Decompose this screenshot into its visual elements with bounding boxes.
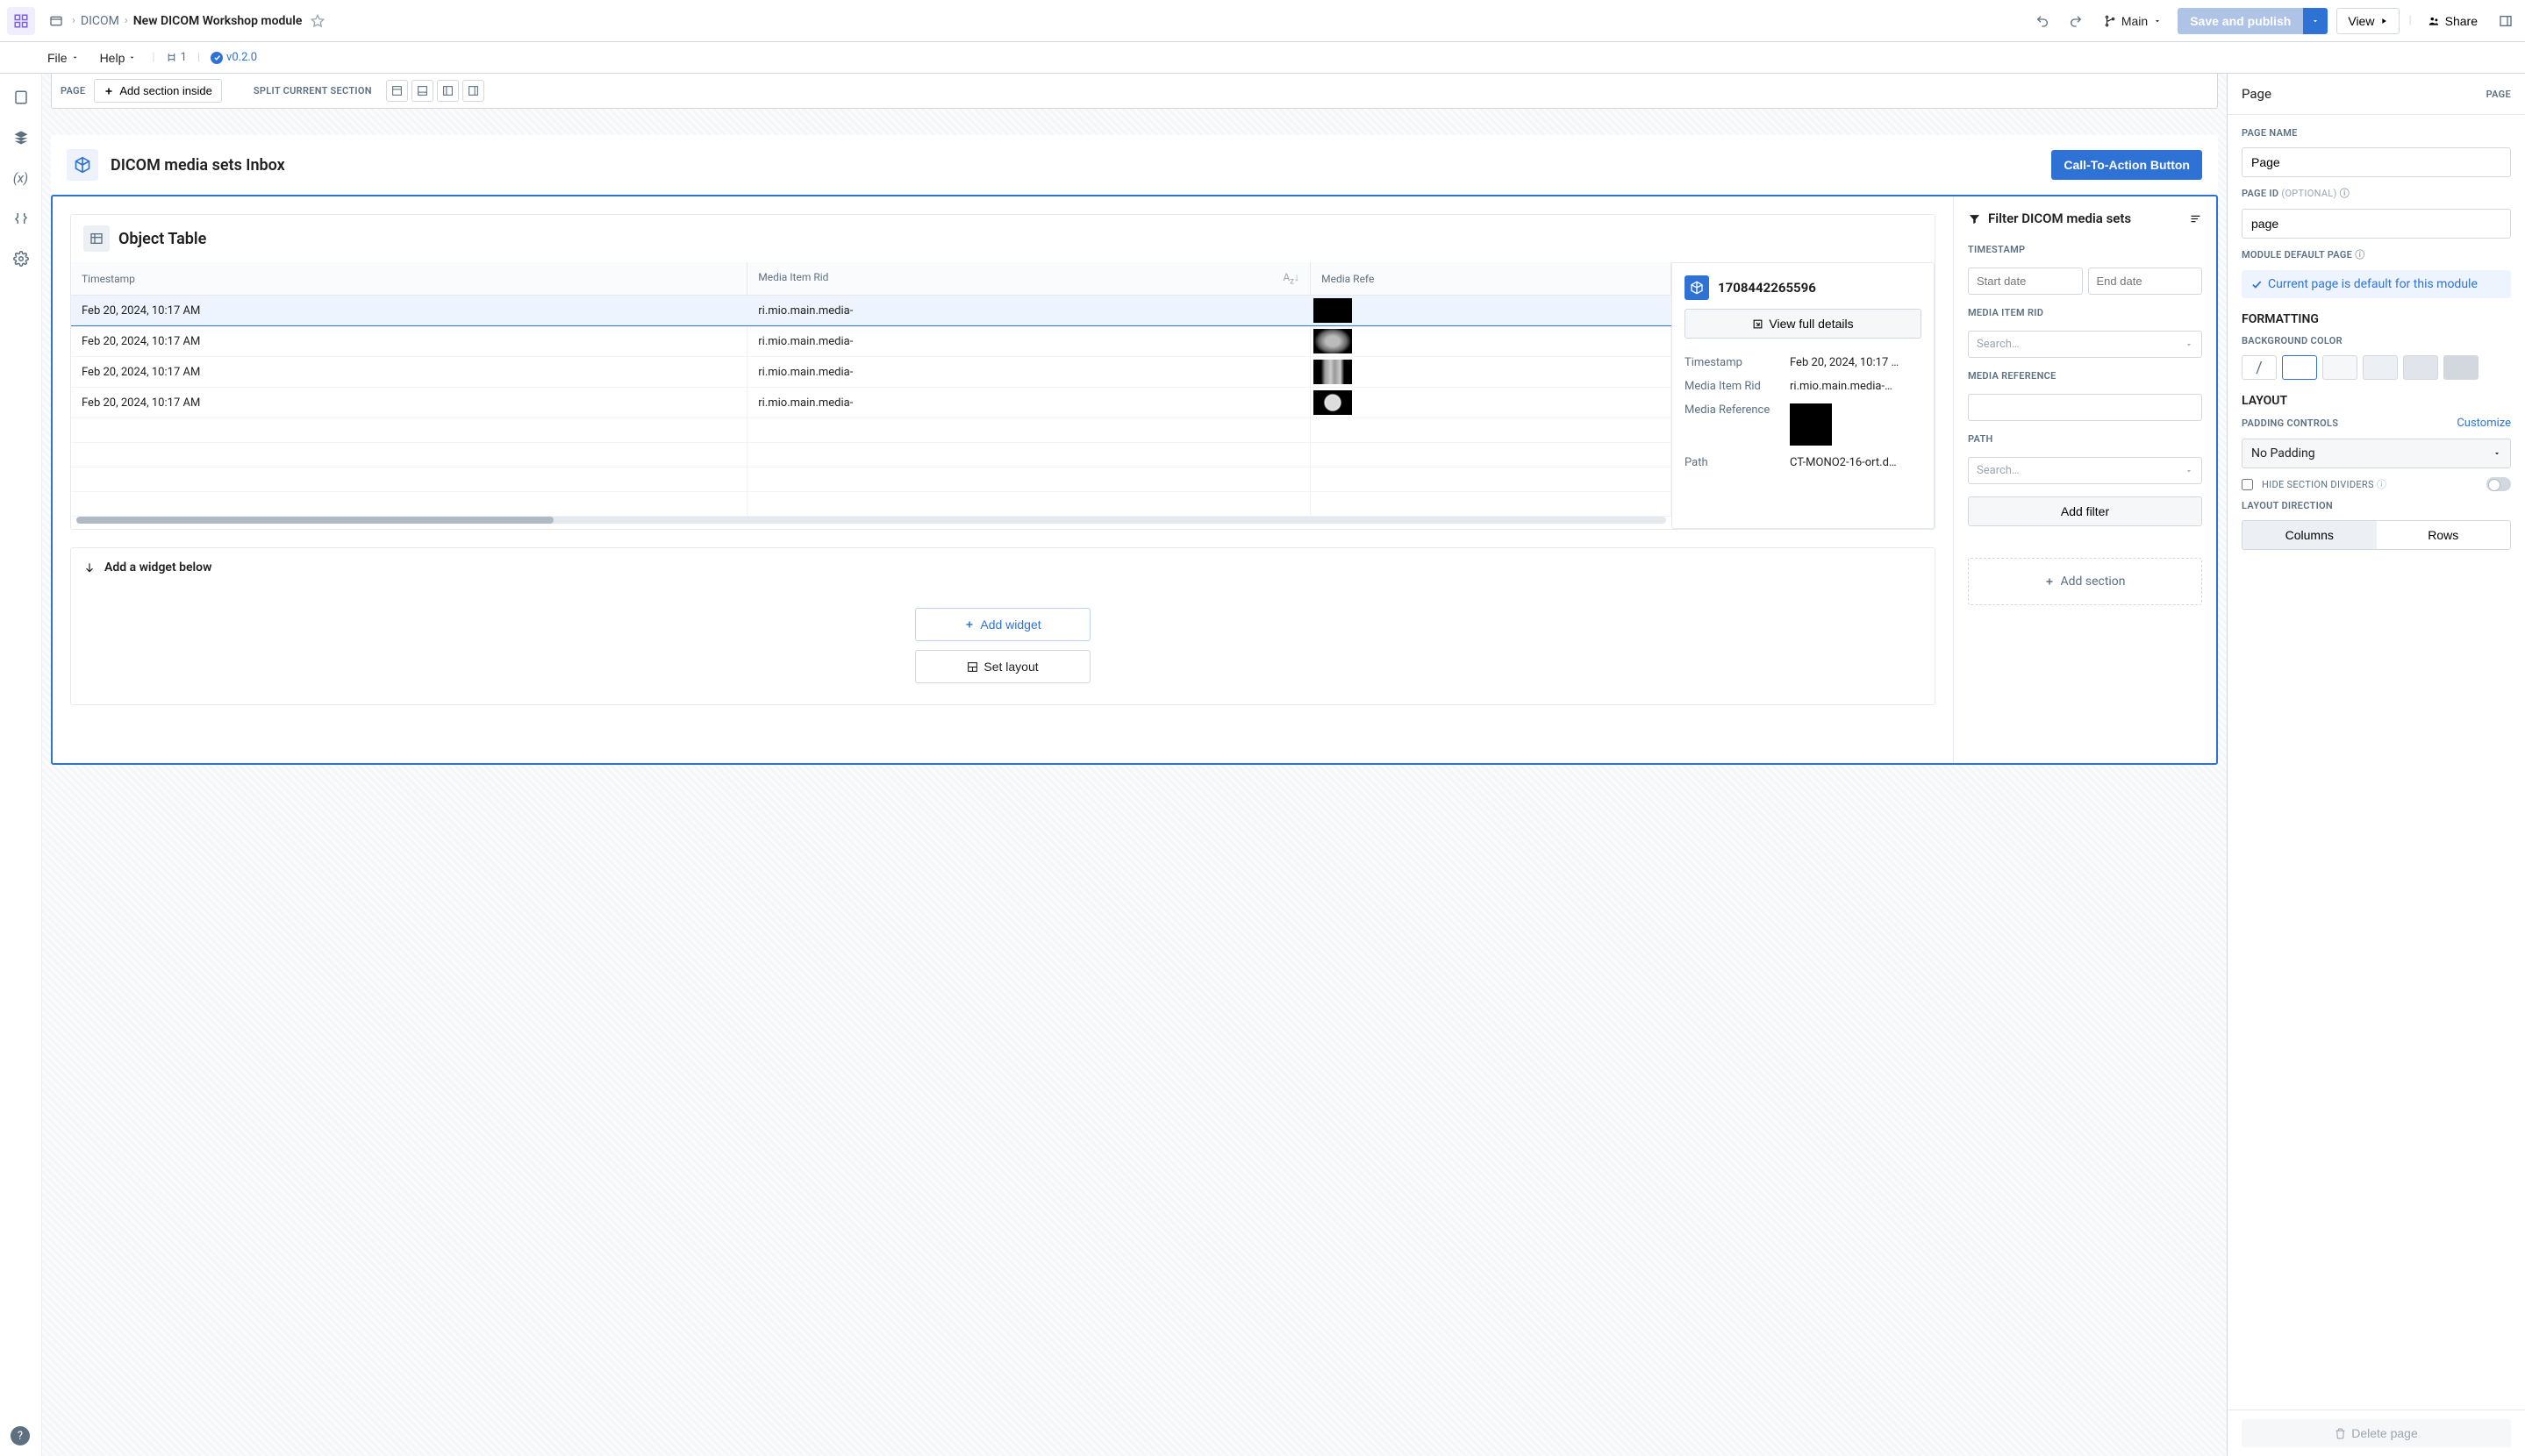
add-filter-button[interactable]: Add filter [1968, 496, 2202, 526]
table-row[interactable]: Feb 20, 2024, 10:17 AMri.mio.main.media- [71, 296, 1671, 326]
view-full-details-button[interactable]: View full details [1685, 309, 1921, 339]
horizontal-scrollbar[interactable] [76, 517, 1666, 524]
table-row[interactable]: Feb 20, 2024, 10:17 AMri.mio.main.media- [71, 326, 1671, 357]
save-and-publish-button[interactable]: Save and publish [2178, 8, 2303, 34]
breadcrumb-sep: › [72, 14, 75, 27]
cta-button[interactable]: Call-To-Action Button [2051, 150, 2202, 180]
table-row[interactable]: Feb 20, 2024, 10:17 AMri.mio.main.media- [71, 357, 1671, 388]
end-date-input[interactable] [2088, 268, 2203, 295]
arrow-down-icon [83, 561, 96, 574]
col-media-item-rid[interactable]: Media Item RidAz↓ [747, 262, 1311, 296]
swatch-gray-3[interactable] [2403, 355, 2438, 380]
help-icon[interactable]: ⓘ [2340, 188, 2350, 199]
inspector-type: PAGE [2486, 89, 2511, 100]
delete-page-button[interactable]: Delete page [2242, 1419, 2511, 1447]
inspector-title: Page [2242, 86, 2271, 102]
page-name-input[interactable] [2242, 147, 2511, 177]
padding-select[interactable]: No Padding [2242, 439, 2511, 468]
sort-icon[interactable]: Az↓ [1283, 271, 1299, 286]
help-bubble[interactable]: ? [11, 1426, 30, 1445]
cube-icon [1685, 275, 1709, 300]
view-button[interactable]: View [2336, 8, 2400, 34]
customize-link[interactable]: Customize [2457, 417, 2511, 430]
add-widget-button[interactable]: Add widget [915, 608, 1091, 641]
col-media-reference[interactable]: Media Refe [1311, 262, 1671, 296]
branch-button[interactable]: Main [2097, 11, 2169, 32]
swatch-none[interactable]: / [2242, 355, 2277, 380]
breadcrumb-sep: › [125, 14, 128, 27]
media-item-rid-select[interactable]: Search… [1968, 331, 2202, 358]
user-count: 1 [166, 51, 187, 64]
rail-settings-icon[interactable] [13, 251, 29, 267]
filter-icon [1968, 212, 1981, 225]
inbox-icon [49, 14, 63, 28]
hide-dividers-checkbox[interactable] [2242, 479, 2253, 490]
app-icon[interactable] [7, 7, 35, 35]
layout-columns-button[interactable]: Columns [2242, 521, 2377, 549]
rail-page-icon[interactable] [13, 89, 29, 105]
rail-data-icon[interactable] [13, 211, 29, 226]
split-section-label: SPLIT CURRENT SECTION [254, 85, 372, 96]
share-button[interactable]: Share [2421, 11, 2485, 32]
filter-menu-icon[interactable] [2189, 212, 2202, 225]
cube-icon [67, 149, 98, 181]
check-circle-icon [211, 52, 223, 64]
add-widget-title: Add a widget below [104, 560, 211, 575]
details-card: 1708442265596 View full details Timestam… [1671, 262, 1935, 529]
swatch-white[interactable] [2282, 355, 2317, 380]
add-section-inside-button[interactable]: Add section inside [94, 79, 222, 103]
file-menu[interactable]: File [42, 47, 84, 68]
split-top-button[interactable] [386, 80, 408, 102]
section-title: DICOM media sets Inbox [111, 156, 2039, 175]
help-icon[interactable]: ⓘ [2355, 249, 2364, 261]
media-thumbnail [1790, 403, 1832, 446]
save-and-publish-caret[interactable] [2303, 8, 2328, 34]
table-icon [83, 225, 110, 252]
favorite-star-icon[interactable] [311, 14, 325, 28]
set-layout-button[interactable]: Set layout [915, 650, 1091, 683]
path-select[interactable]: Search… [1968, 457, 2202, 484]
swatch-gray-2[interactable] [2363, 355, 2398, 380]
split-left-button[interactable] [437, 80, 459, 102]
swatch-gray-1[interactable] [2322, 355, 2357, 380]
table-row[interactable]: Feb 20, 2024, 10:17 AMri.mio.main.media- [71, 388, 1671, 418]
redo-button[interactable] [2064, 9, 2088, 33]
help-menu[interactable]: Help [95, 47, 142, 68]
split-bottom-button[interactable] [411, 80, 433, 102]
start-date-input[interactable] [1968, 268, 2083, 295]
version-chip[interactable]: v0.2.0 [211, 51, 257, 64]
col-timestamp[interactable]: Timestamp [71, 262, 747, 296]
section-header[interactable]: DICOM media sets Inbox Call-To-Action Bu… [51, 135, 2218, 195]
widget-title: Object Table [118, 230, 206, 248]
breadcrumb-current: New DICOM Workshop module [133, 14, 303, 28]
breadcrumb-parent[interactable]: DICOM [81, 14, 119, 28]
add-section-button[interactable]: Add section [1968, 558, 2202, 605]
layout-rows-button[interactable]: Rows [2377, 521, 2511, 549]
page-label: PAGE [61, 85, 85, 96]
media-reference-input[interactable] [1968, 394, 2202, 421]
rail-layers-icon[interactable] [13, 130, 29, 146]
page-id-input[interactable] [2242, 209, 2511, 239]
details-id: 1708442265596 [1718, 280, 1816, 296]
split-right-button[interactable] [462, 80, 484, 102]
swatch-gray-4[interactable] [2443, 355, 2479, 380]
object-table[interactable]: Timestamp Media Item RidAz↓ Media Refe F… [71, 262, 1671, 529]
panel-toggle-button[interactable] [2493, 9, 2518, 33]
filter-title: Filter DICOM media sets [1988, 211, 2131, 226]
default-page-banner: Current page is default for this module [2242, 270, 2511, 298]
rail-variables-icon[interactable]: (x) [13, 170, 28, 186]
undo-button[interactable] [2030, 9, 2055, 33]
hide-dividers-toggle[interactable] [2486, 477, 2511, 491]
